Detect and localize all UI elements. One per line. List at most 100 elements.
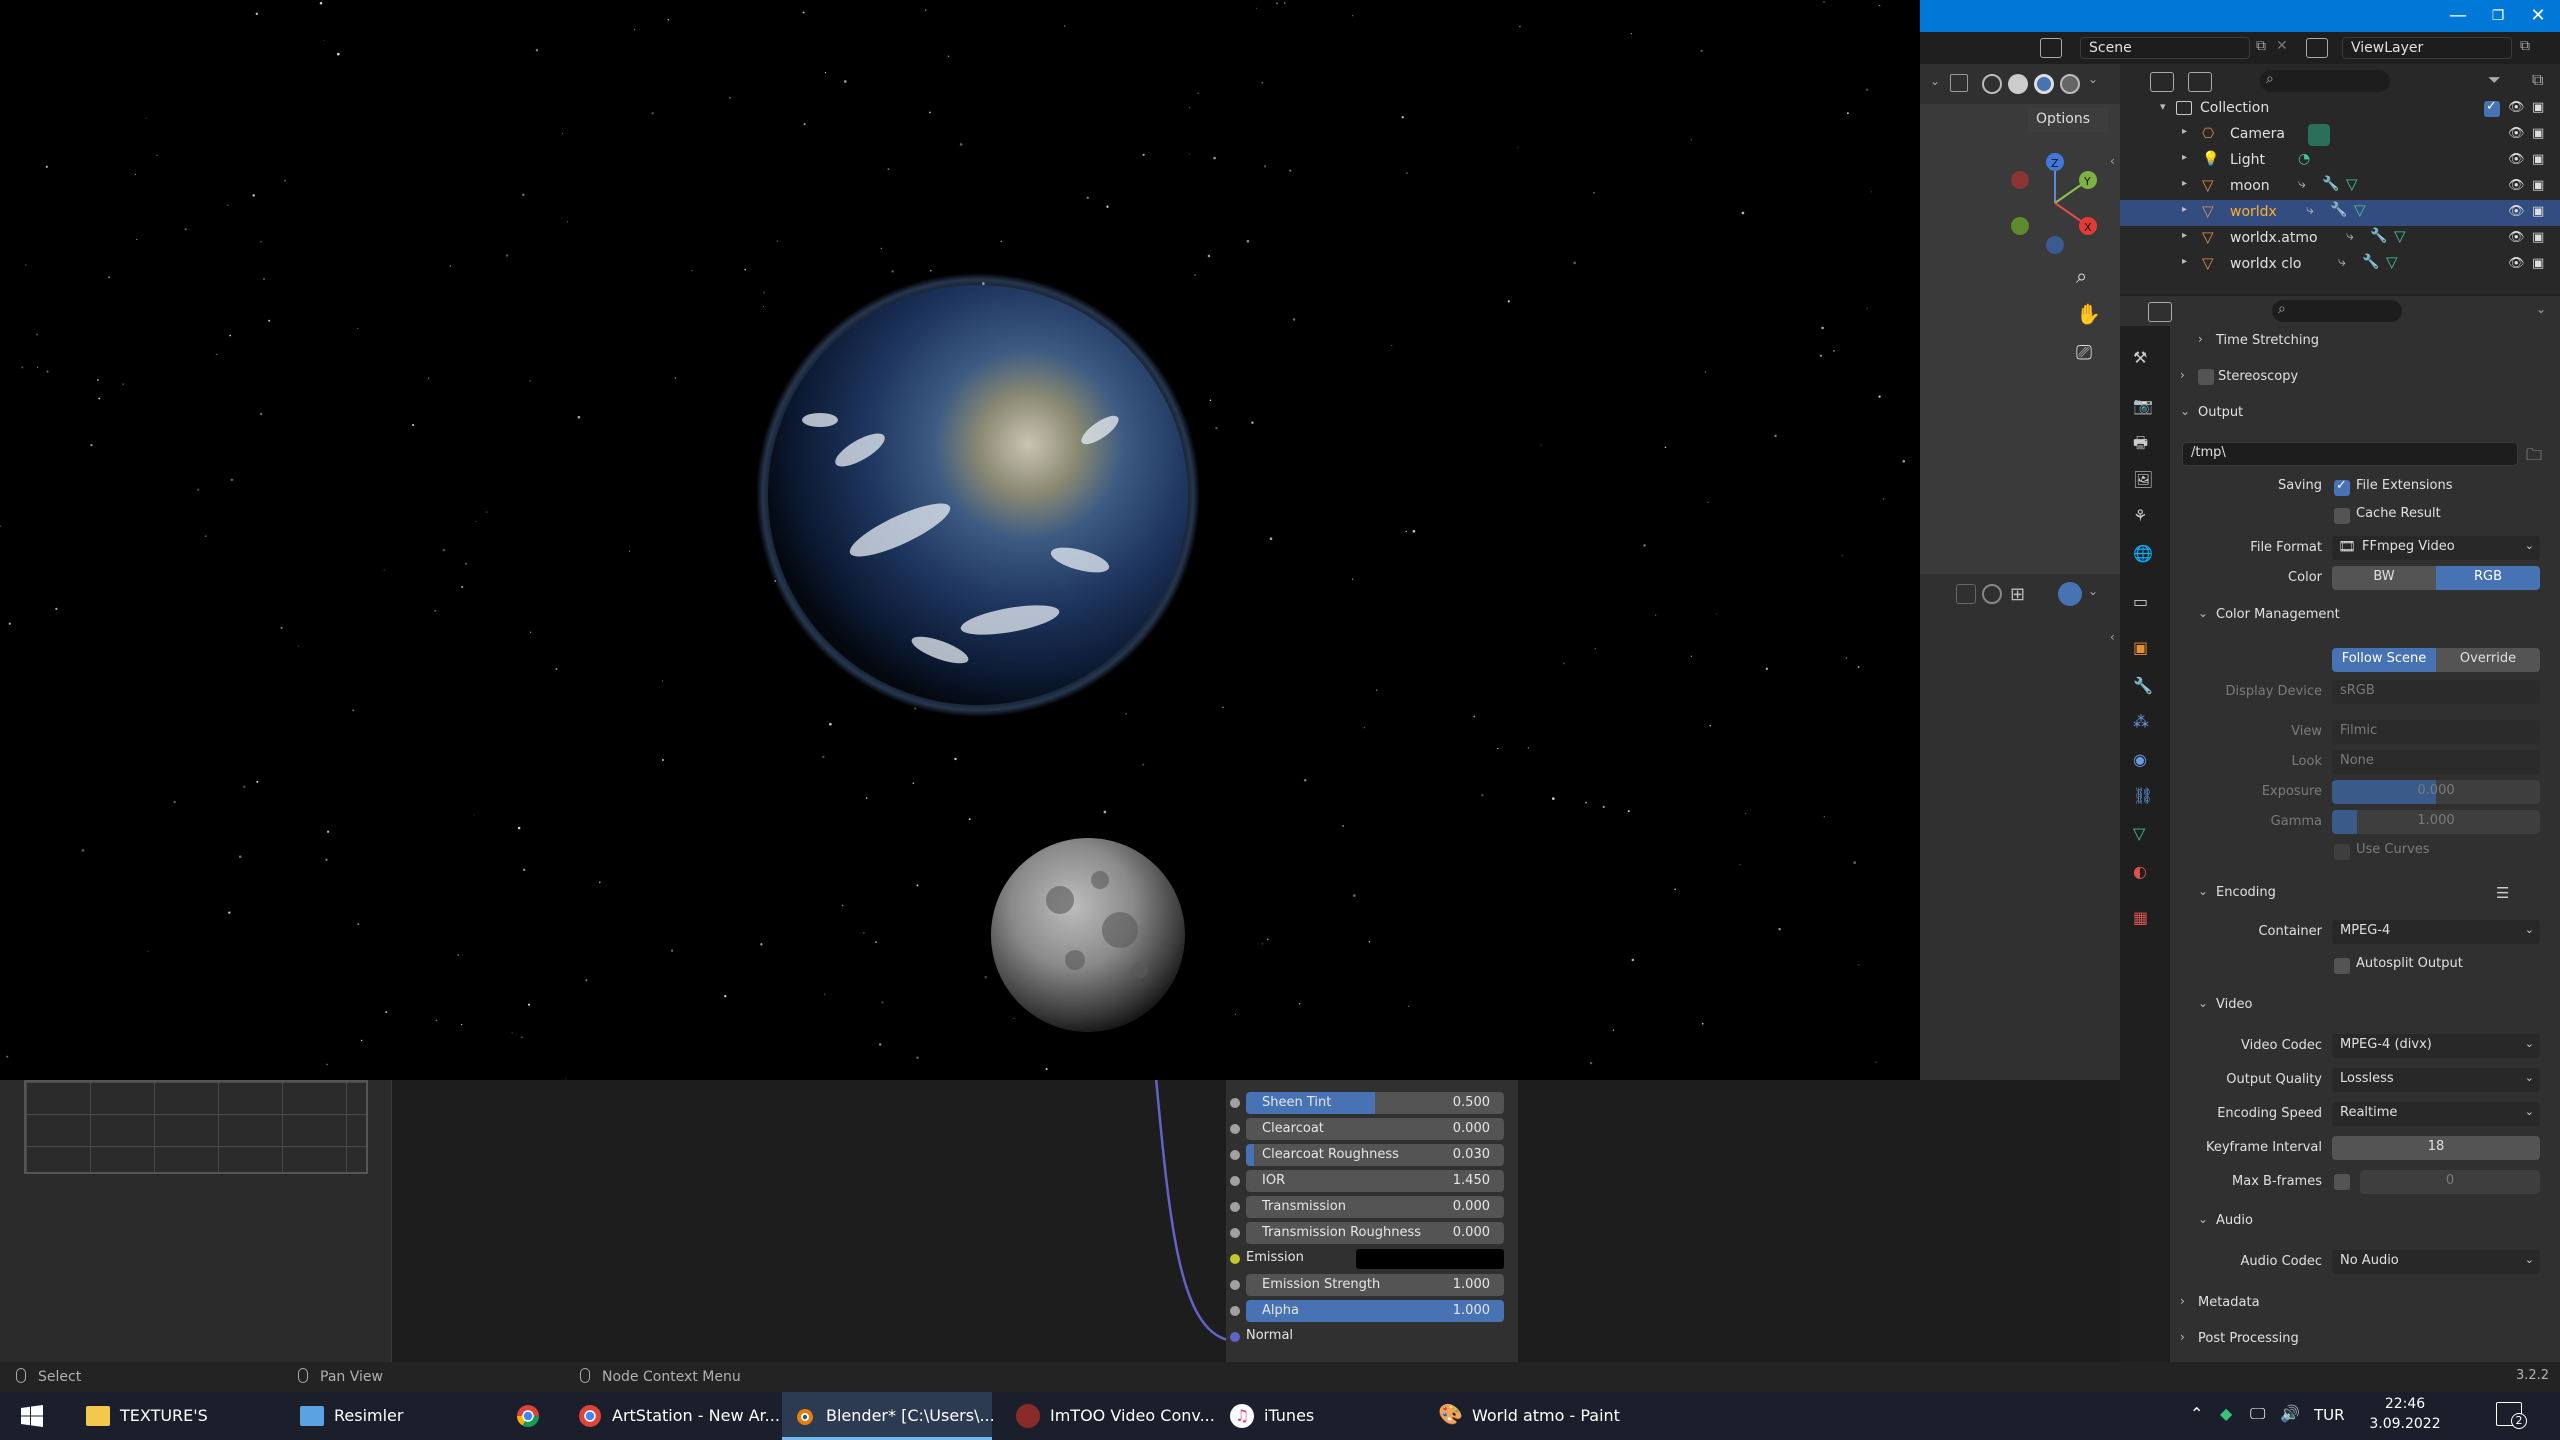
new-view-layer-icon[interactable]: ⧉: [2520, 38, 2530, 54]
pan-hand-icon[interactable]: ✋: [2076, 302, 2101, 326]
node-row-emission-strength[interactable]: Emission Strength 1.000: [1226, 1272, 1518, 1298]
outliner-item-light[interactable]: ▸ 💡 Light ◔ 👁 ▣: [2120, 148, 2560, 174]
socket-dot[interactable]: [1230, 1176, 1240, 1186]
container-dropdown[interactable]: MPEG-4 ⌄: [2332, 920, 2540, 944]
scene-tab-icon[interactable]: ⚘: [2133, 506, 2155, 528]
section-output[interactable]: ⌄ Output: [2170, 398, 2552, 428]
section-video[interactable]: ⌄ Video: [2170, 990, 2552, 1020]
modifier-icon[interactable]: ⤷: [2298, 176, 2306, 192]
render-camera-icon[interactable]: ▣: [2532, 230, 2548, 246]
folder-icon[interactable]: 🗀: [2526, 444, 2542, 471]
3d-viewport[interactable]: Options Z Y X ⌕ ✋ ⎚ ‹: [1920, 104, 2120, 574]
node-row-clearcoat[interactable]: Clearcoat 0.000: [1226, 1116, 1518, 1142]
proportional-edit-icon[interactable]: [1982, 584, 2002, 604]
tool-tab-icon[interactable]: ⚒: [2133, 348, 2155, 370]
outliner-item-worldx-clo[interactable]: ▸ ▽ worldx clo ⤷ 🔧 ▽ 👁 ▣: [2120, 252, 2560, 278]
new-scene-icon[interactable]: ⧉: [2256, 38, 2266, 54]
network-status-icon[interactable]: ◆: [2220, 1404, 2232, 1423]
sheen-tint-slider[interactable]: Sheen Tint 0.500: [1246, 1092, 1504, 1114]
node-row-normal[interactable]: Normal: [1226, 1324, 1518, 1350]
socket-dot[interactable]: [1230, 1150, 1240, 1160]
xray-icon[interactable]: [1950, 74, 1968, 92]
sidebar-toggle-icon[interactable]: ‹: [2110, 154, 2115, 168]
color-bw-toggle[interactable]: BW: [2332, 566, 2436, 590]
alpha-slider[interactable]: Alpha 1.000: [1246, 1300, 1504, 1322]
socket-dot[interactable]: [1230, 1202, 1240, 1212]
light-data-icon[interactable]: ◔: [2298, 151, 2310, 167]
audio-codec-dropdown[interactable]: No Audio ⌄: [2332, 1250, 2540, 1274]
clearcoat-roughness-slider[interactable]: Clearcoat Roughness 0.030: [1246, 1144, 1504, 1166]
expand-arrow-icon[interactable]: ▸: [2182, 230, 2187, 241]
minimize-icon[interactable]: —: [2438, 4, 2478, 28]
view-layer-tab-icon[interactable]: 🖼: [2133, 470, 2155, 492]
navigation-gizmo[interactable]: Z Y X: [2000, 148, 2110, 258]
keyframe-interval-field[interactable]: 18: [2332, 1136, 2540, 1160]
presets-list-icon[interactable]: ☰: [2496, 884, 2509, 902]
delete-scene-icon[interactable]: ✕: [2276, 38, 2288, 54]
outliner-collection-row[interactable]: ▾ Collection 👁 ▣: [2120, 96, 2560, 122]
wireframe-shading-icon[interactable]: [1982, 74, 2002, 94]
exclude-checkbox[interactable]: [2484, 99, 2500, 117]
options-button[interactable]: Options: [2028, 108, 2108, 132]
image-editor-panel[interactable]: [0, 1080, 392, 1362]
modifier-icon[interactable]: ⤷: [2346, 228, 2354, 244]
node-row-emission[interactable]: Emission: [1226, 1246, 1518, 1272]
override-toggle[interactable]: Override: [2436, 648, 2540, 672]
chevron-down-icon[interactable]: ⌄: [1930, 74, 1940, 88]
filter-mode-icon[interactable]: [2188, 72, 2212, 92]
sidebar-toggle-icon[interactable]: ‹: [2110, 630, 2115, 644]
camera-view-icon[interactable]: ⎚: [2076, 340, 2092, 364]
object-tab-icon[interactable]: ▣: [2133, 638, 2155, 660]
expand-arrow-icon[interactable]: ▸: [2182, 178, 2187, 189]
language-indicator[interactable]: TUR: [2314, 1406, 2345, 1424]
eye-icon[interactable]: 👁: [2508, 100, 2525, 116]
wrench-icon[interactable]: 🔧: [2362, 254, 2379, 270]
node-row-clearcoat-roughness[interactable]: Clearcoat Roughness 0.030: [1226, 1142, 1518, 1168]
texture-tab-icon[interactable]: ▦: [2133, 908, 2155, 930]
snap-icon[interactable]: [1956, 584, 1976, 604]
file-extensions-checkbox[interactable]: [2334, 478, 2350, 496]
socket-dot[interactable]: [1230, 1254, 1240, 1264]
outliner-item-camera[interactable]: ▸ ⎔ Camera 👁 ▣: [2120, 122, 2560, 148]
socket-dot[interactable]: [1230, 1124, 1240, 1134]
volume-icon[interactable]: 🔊: [2280, 1404, 2300, 1423]
node-row-transmission[interactable]: Transmission 0.000: [1226, 1194, 1518, 1220]
wrench-icon[interactable]: 🔧: [2330, 202, 2347, 218]
socket-dot[interactable]: [1230, 1332, 1240, 1342]
outliner-search-input[interactable]: ⌕: [2260, 70, 2390, 92]
eye-icon[interactable]: 👁: [2508, 178, 2525, 194]
filter-icon[interactable]: ⏷: [2488, 70, 2501, 90]
eye-icon[interactable]: 👁: [2508, 204, 2525, 220]
camera-data-icon[interactable]: [2308, 124, 2330, 146]
color-rgb-toggle[interactable]: RGB: [2436, 566, 2540, 590]
collection-tab-icon[interactable]: ▭: [2133, 592, 2155, 614]
data-tab-icon[interactable]: ▽: [2133, 824, 2155, 846]
emission-strength-field[interactable]: Emission Strength 1.000: [1246, 1274, 1504, 1296]
wrench-icon[interactable]: 🔧: [2322, 176, 2339, 192]
expand-arrow-icon[interactable]: ▸: [2182, 256, 2187, 267]
clock-date[interactable]: 3.09.2022: [2360, 1416, 2450, 1432]
socket-dot[interactable]: [1230, 1098, 1240, 1108]
start-button[interactable]: [0, 1392, 64, 1440]
expand-arrow-icon[interactable]: ▸: [2182, 152, 2187, 163]
socket-dot[interactable]: [1230, 1228, 1240, 1238]
section-time-stretching[interactable]: › Time Stretching: [2170, 326, 2552, 356]
particles-tab-icon[interactable]: ⁂: [2133, 712, 2155, 734]
notification-icon[interactable]: 2: [2496, 1402, 2527, 1429]
autosplit-output-checkbox[interactable]: [2334, 958, 2350, 974]
constraints-tab-icon[interactable]: ⛓: [2133, 786, 2155, 808]
material-shading-icon[interactable]: [2034, 74, 2054, 94]
expand-arrow-icon[interactable]: ▾: [2160, 100, 2166, 113]
grid-snap-icon[interactable]: ⊞: [2010, 584, 2025, 605]
chevron-up-icon[interactable]: ⌃: [2190, 1404, 2203, 1423]
output-quality-dropdown[interactable]: Lossless ⌄: [2332, 1068, 2540, 1092]
section-color-management[interactable]: ⌄ Color Management: [2170, 600, 2552, 630]
scene-selector[interactable]: Scene: [2080, 37, 2250, 59]
node-row-transmission-roughness[interactable]: Transmission Roughness 0.000: [1226, 1220, 1518, 1246]
scene-icon[interactable]: [2040, 38, 2062, 58]
outliner[interactable]: ⌕ ⏷ ⧉ ▾ Collection 👁 ▣ ▸ ⎔ Camera 👁 ▣ ▸ …: [2120, 64, 2560, 294]
view-layer-selector[interactable]: ViewLayer: [2342, 37, 2512, 59]
file-format-dropdown[interactable]: 🎞 FFmpeg Video ⌄: [2332, 536, 2540, 560]
render-camera-icon[interactable]: ▣: [2532, 204, 2548, 220]
restore-icon[interactable]: ❐: [2478, 4, 2518, 28]
